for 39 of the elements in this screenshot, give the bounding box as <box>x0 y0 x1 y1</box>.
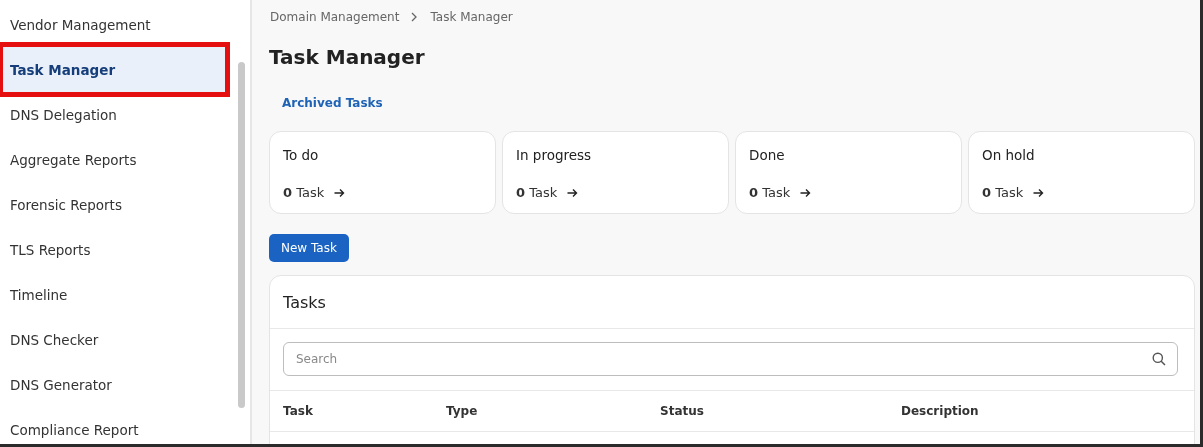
archived-tasks-link[interactable]: Archived Tasks <box>282 94 383 112</box>
status-card[interactable]: To do 0 Task <box>269 130 496 214</box>
sidebar-item[interactable]: DNS Generator <box>0 362 222 407</box>
arrow-right-icon[interactable] <box>567 187 579 198</box>
sidebar-item[interactable]: Compliance Report <box>0 407 222 444</box>
arrow-right-icon[interactable] <box>1033 187 1045 198</box>
task-count: 0 Task <box>516 183 558 202</box>
sidebar-item[interactable]: Timeline <box>0 272 222 317</box>
status-card[interactable]: On hold 0 Task <box>968 130 1195 214</box>
status-label: To do <box>283 145 320 165</box>
status-label: In progress <box>516 145 593 165</box>
search-field[interactable]: Search <box>283 341 1178 376</box>
column-header: Task <box>283 402 313 420</box>
sidebar-item[interactable]: Vendor Management <box>0 2 222 47</box>
task-count: 0 Task <box>283 183 325 202</box>
sidebar-item[interactable]: Aggregate Reports <box>0 137 222 182</box>
panel-title: Tasks <box>283 292 326 312</box>
new-task-button[interactable]: New Task <box>269 233 349 262</box>
breadcrumb-link[interactable]: Domain Management <box>270 8 400 26</box>
chevron-icon <box>411 12 419 22</box>
column-header: Type <box>446 402 478 420</box>
search-icon[interactable] <box>1152 351 1166 366</box>
sidebar-item[interactable]: DNS Checker <box>0 317 222 362</box>
column-header: Description <box>901 402 979 420</box>
status-label: On hold <box>982 145 1036 165</box>
page-title: Task Manager <box>269 44 426 71</box>
arrow-right-icon[interactable] <box>334 187 346 198</box>
task-count: 0 Task <box>982 183 1024 202</box>
status-label: Done <box>749 145 786 165</box>
column-header: Status <box>660 402 704 420</box>
breadcrumb-current: Task Manager <box>430 9 513 26</box>
scrollbar[interactable] <box>238 62 245 408</box>
task-count: 0 Task <box>749 183 791 202</box>
arrow-right-icon[interactable] <box>800 187 812 198</box>
status-card[interactable]: Done 0 Task <box>735 130 962 214</box>
status-card[interactable]: In progress 0 Task <box>502 130 729 214</box>
sidebar-item[interactable]: DNS Delegation <box>0 92 222 137</box>
sidebar-item[interactable]: Forensic Reports <box>0 182 222 227</box>
sidebar-item[interactable]: TLS Reports <box>0 227 222 272</box>
